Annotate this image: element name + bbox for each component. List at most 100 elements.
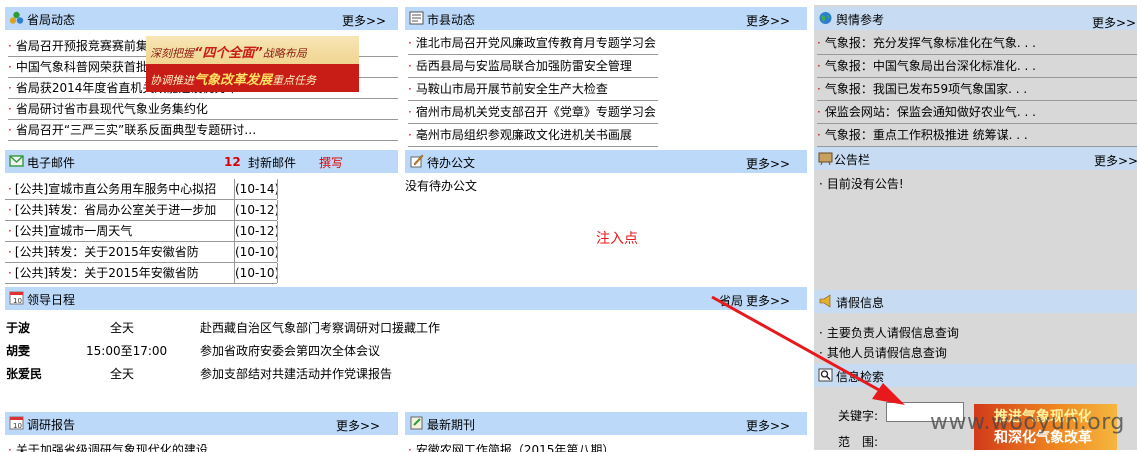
leave-query-others[interactable]: · 其他人员请假信息查询 (819, 343, 947, 363)
bulletin-title: 公告栏 (834, 153, 871, 167)
email-subject[interactable]: · [公共]转发：关于2015年安徽省防 (5, 242, 235, 262)
public-opinion-item[interactable]: · 气象报：中国气象局出台深化标准化. . . (817, 56, 1137, 76)
bulletin-board-icon (818, 152, 833, 165)
public-opinion-more-link[interactable]: 更多>> (1092, 14, 1136, 31)
svg-text:10: 10 (13, 297, 22, 305)
email-subject[interactable]: · [公共]转发：关于2015年安徽省防 (5, 263, 235, 283)
email-row[interactable]: · [公共]转发：关于2015年安徽省防 (10-10) (5, 242, 278, 262)
pending-docs-title: 待办公文 (427, 156, 476, 170)
journal-item[interactable]: · 安徽农网工作简报（2015年第八期） (408, 440, 614, 452)
county-news-header: 市县动态 更多>> (405, 7, 807, 30)
row-divider (817, 77, 1137, 78)
megaphone-icon (819, 294, 831, 308)
schedule-event[interactable]: 参加支部结对共建活动并作党课报告 (200, 364, 392, 384)
county-news-item-text: 岳西县局与安监局联合加强防雷安全管理 (415, 59, 632, 73)
row-divider (8, 140, 398, 141)
research-more-link[interactable]: 更多>> (336, 417, 380, 434)
schedule-event[interactable]: 参加省政府安委会第四次全体会议 (200, 341, 380, 361)
compose-link[interactable]: 撰写 (319, 154, 343, 171)
bullet-dot: · (8, 39, 12, 53)
email-date: (10-10) (235, 242, 278, 262)
schedule-event[interactable]: 赴西藏自治区气象部门考察调研对口援藏工作 (200, 318, 440, 338)
county-news-item[interactable]: · 马鞍山市局开展节前安全生产大检查 (408, 79, 658, 99)
public-opinion-item-text: 气象报：充分发挥气象标准化在气象. . . (824, 36, 1036, 50)
email-subject-text: [公共]转发：关于2015年安徽省防 (14, 245, 199, 259)
calendar-icon: 10 (9, 416, 24, 430)
leave-query-primary[interactable]: · 主要负责人请假信息查询 (819, 323, 959, 343)
document-pen-icon (410, 154, 424, 168)
research-item[interactable]: · 关于加强省级调研气象现代化的建设 (8, 440, 208, 452)
county-news-item[interactable]: · 岳西县局与安监局联合加强防雷安全管理 (408, 56, 658, 76)
injection-point-note: 注入点 (596, 231, 638, 247)
email-subject[interactable]: · [公共]宣城市直公务用车服务中心拟招 (5, 179, 235, 199)
public-opinion-item[interactable]: · 气象报：充分发挥气象标准化在气象. . . (817, 33, 1137, 53)
email-date: (10-14) (235, 179, 278, 199)
bullet-dot: · (8, 182, 12, 196)
row-divider (817, 123, 1137, 124)
envelope-icon (9, 155, 24, 167)
bullet-dot: · (817, 59, 821, 73)
email-header: 电子邮件 12 封新邮件 撰写 (5, 150, 398, 173)
schedule-org: 省局 (719, 294, 744, 308)
calendar-icon: 10 (9, 291, 24, 305)
bullet-dot: · (8, 245, 12, 259)
email-subject-text: [公共]转发：关于2015年安徽省防 (14, 266, 199, 280)
info-search-header: 信息检索 (814, 364, 1137, 387)
bullet-dot: · (8, 60, 12, 74)
email-subject[interactable]: · [公共]转发：省局办公室关于进一步加 (5, 200, 235, 220)
public-opinion-item[interactable]: · 保监会网站：保监会通知做好农业气. . . (817, 102, 1137, 122)
province-news-item-text: 省局研讨省市县现代气象业务集约化 (15, 102, 208, 116)
county-news-item-text: 淮北市局召开党风廉政宣传教育月专题学习会 (415, 36, 656, 50)
email-row[interactable]: · [公共]宣城市直公务用车服务中心拟招 (10-14) (5, 179, 278, 199)
info-search-title: 信息检索 (836, 370, 885, 384)
bullet-dot: · (8, 102, 12, 116)
bulletin-header: 公告栏 更多>> (814, 147, 1137, 170)
schedule-more-link[interactable]: 更多>> (746, 292, 790, 309)
county-news-item-text: 宿州市局机关党支部召开《党章》专题学习会 (415, 105, 656, 119)
schedule-time: 全天 (110, 367, 135, 381)
province-news-item[interactable]: · 省局召开“三严三实”联系反面典型专题研讨… (8, 120, 398, 140)
bulletin-more-link[interactable]: 更多>> (1094, 152, 1137, 169)
email-title: 电子邮件 (27, 156, 76, 170)
province-news-item[interactable]: · 省局研讨省市县现代气象业务集约化 (8, 99, 398, 119)
province-news-item-text: 省局召开预报竞赛赛前集 (15, 39, 148, 53)
bullet-dot: · (8, 224, 12, 238)
email-date: (10-10) (235, 263, 278, 283)
svg-text:10: 10 (13, 422, 22, 430)
bulletin-item: · 目前没有公告! (819, 177, 904, 191)
pending-docs-more-link[interactable]: 更多>> (746, 155, 790, 172)
journal-more-link[interactable]: 更多>> (746, 417, 790, 434)
banner-line1-b: “四个全面” (194, 46, 263, 61)
county-news-item-text: 亳州市局组织参观廉政文化进机关书画展 (415, 128, 632, 142)
bullet-dot: · (817, 36, 821, 50)
public-opinion-item-text: 气象报：我国已发布59项气象国家. . . (824, 82, 1028, 96)
email-row[interactable]: · [公共]转发：关于2015年安徽省防 (10-10) (5, 263, 278, 283)
county-news-item[interactable]: · 淮北市局召开党风廉政宣传教育月专题学习会 (408, 33, 658, 53)
county-news-item[interactable]: · 亳州市局组织参观廉政文化进机关书画展 (408, 125, 658, 145)
banner-line1-a: 深刻把握 (150, 47, 194, 60)
bullet-dot: · (817, 82, 821, 96)
province-news-more-link[interactable]: 更多>> (342, 12, 386, 29)
row-divider (817, 54, 1137, 55)
bullet-dot: · (408, 59, 412, 73)
public-opinion-item-text: 保监会网站：保监会通知做好农业气. . . (824, 105, 1036, 119)
new-mail-label[interactable]: 封新邮件 (248, 154, 296, 171)
new-mail-count: 12 (224, 155, 241, 169)
journal-title: 最新期刊 (427, 418, 476, 432)
journal-header: 最新期刊 更多>> (405, 412, 807, 435)
reform-banner[interactable]: 深刻把握“四个全面”战略布局 协调推进气象改革发展重点任务 (146, 36, 359, 92)
public-opinion-item[interactable]: · 气象报：我国已发布59项气象国家. . . (817, 79, 1137, 99)
pending-docs-empty: 没有待办公文 (405, 179, 478, 193)
bullet-dot: · (8, 203, 12, 217)
email-row[interactable]: · [公共]转发：省局办公室关于进一步加 (10-12) (5, 200, 278, 220)
county-news-more-link[interactable]: 更多>> (746, 12, 790, 29)
bullet-dot: · (408, 82, 412, 96)
email-subject[interactable]: · [公共]宣城市一周天气 (5, 221, 235, 241)
schedule-name: 于波 (6, 321, 31, 335)
public-opinion-item-text: 气象报：中国气象局出台深化标准化. . . (824, 59, 1036, 73)
county-news-item[interactable]: · 宿州市局机关党支部召开《党章》专题学习会 (408, 102, 658, 122)
schedule-time: 全天 (110, 321, 135, 335)
schedule-name: 张爱民 (6, 367, 43, 381)
public-opinion-item[interactable]: · 气象报：重点工作积极推进 统筹谋. . . (817, 125, 1137, 145)
email-row[interactable]: · [公共]宣城市一周天气 (10-12) (5, 221, 278, 241)
